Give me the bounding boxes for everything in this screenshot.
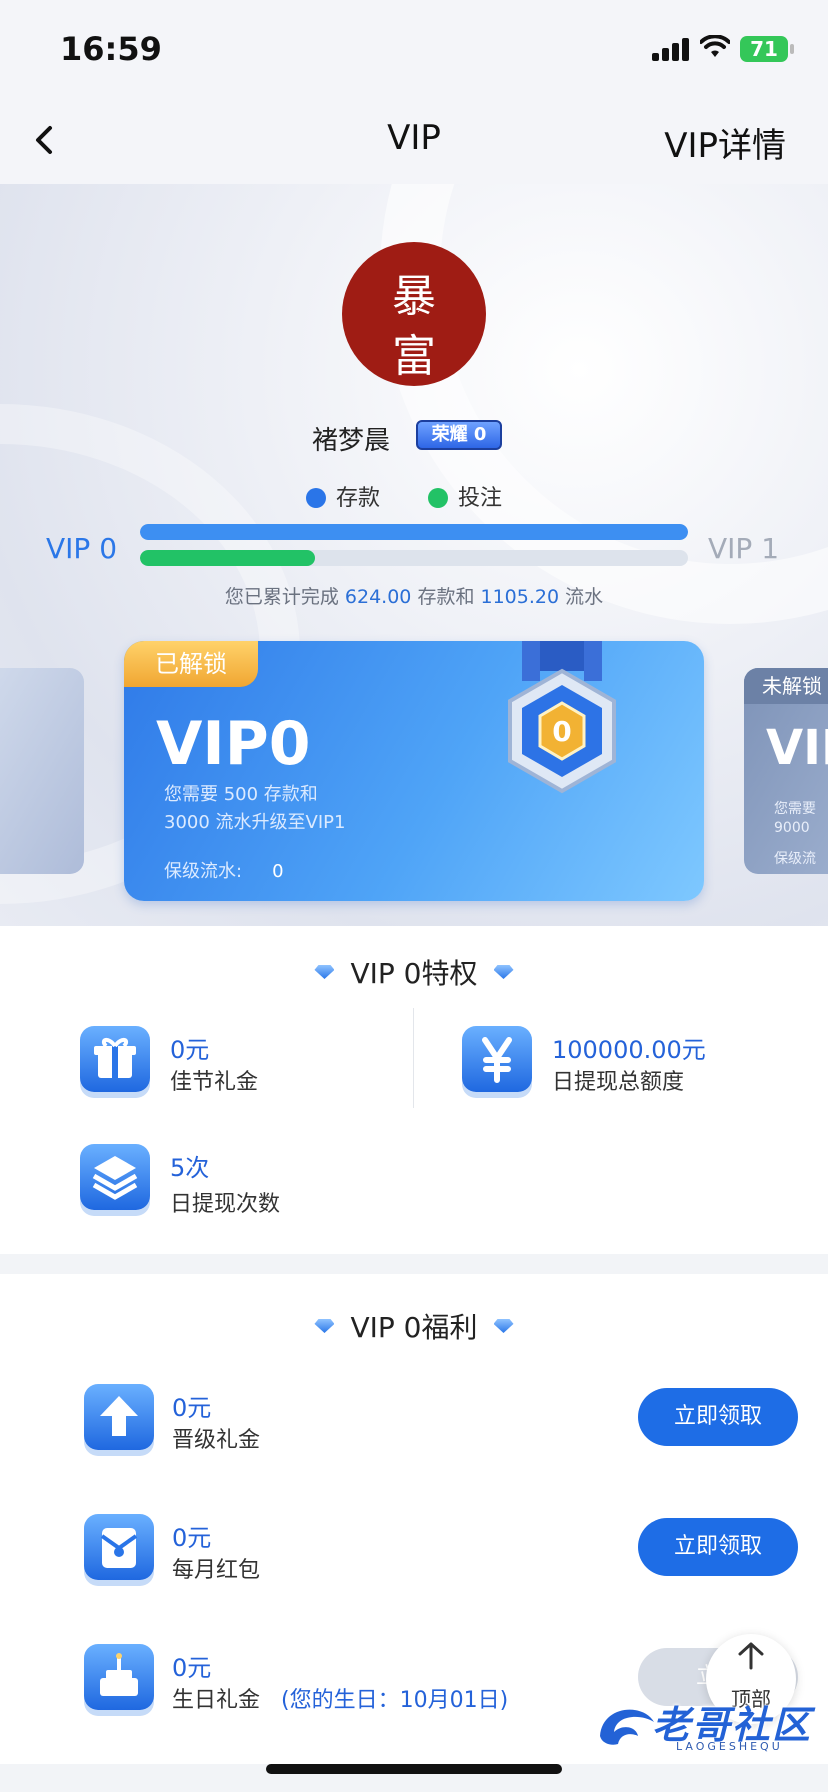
requirement-line-2: 3000 流水升级至VIP1 bbox=[164, 812, 346, 833]
layers-icon bbox=[80, 1144, 150, 1210]
summary-deposit: 624.00 bbox=[344, 586, 412, 608]
card-requirement: 您需要 500 存款和 3000 流水升级至VIP1 bbox=[164, 781, 345, 837]
status-bar: 16:59 71 bbox=[0, 0, 828, 100]
bet-progress-bar bbox=[140, 550, 688, 566]
deposit-progress-fill bbox=[140, 524, 688, 540]
next-card-line-3: 保级流 bbox=[774, 851, 816, 867]
legend-bet: 投注 bbox=[428, 480, 502, 512]
status-time: 16:59 bbox=[60, 30, 162, 68]
avatar-char-2: 富 bbox=[392, 331, 436, 382]
locked-ribbon: 未解锁 bbox=[744, 668, 828, 704]
watermark-subtext: LAOGESHEQU bbox=[676, 1740, 783, 1753]
progress-summary: 您已累计完成 624.00 存款和 1105.20 流水 bbox=[0, 582, 828, 609]
home-indicator[interactable] bbox=[266, 1764, 562, 1774]
upgrade-icon bbox=[84, 1384, 154, 1450]
festival-gift-value: 0元 bbox=[170, 1036, 210, 1064]
watermark-logo: 老哥社区 LAOGESHEQU bbox=[592, 1690, 824, 1762]
vip-card-next[interactable]: 未解锁 VIP 您需要 9000 保级流 bbox=[744, 668, 828, 874]
honor-badge: 荣耀 0 bbox=[416, 420, 502, 450]
monthly-envelope-label: 每月红包 bbox=[172, 1558, 261, 1583]
avatar-decoration: · · · · · bbox=[403, 308, 425, 316]
summary-mid: 存款和 bbox=[417, 586, 475, 608]
wifi-icon bbox=[699, 32, 731, 67]
divider bbox=[413, 1008, 414, 1108]
summary-prefix: 您已累计完成 bbox=[224, 586, 339, 608]
medal-number: 0 bbox=[552, 715, 571, 748]
current-level-label: VIP 0 bbox=[46, 532, 118, 565]
upgrade-bonus-label: 晋级礼金 bbox=[172, 1428, 261, 1453]
birthday-date-note: (您的生日：10月01日) bbox=[281, 1688, 509, 1713]
avatar[interactable]: 暴 · · · · · 富 bbox=[342, 242, 486, 386]
privileges-title: VIP 0特权 bbox=[0, 952, 828, 992]
diamond-icon bbox=[493, 965, 514, 979]
summary-suffix: 流水 bbox=[565, 586, 604, 608]
festival-gift-label: 佳节礼金 bbox=[170, 1070, 259, 1095]
legend-deposit: 存款 bbox=[306, 480, 380, 512]
daily-withdraw-limit-value: 100000.00元 bbox=[552, 1036, 706, 1064]
claim-monthly-envelope-button[interactable]: 立即领取 bbox=[638, 1518, 798, 1576]
vip-medal-icon: 0 bbox=[492, 641, 632, 811]
deposit-dot-icon bbox=[306, 488, 326, 508]
birthday-cake-icon bbox=[84, 1644, 154, 1710]
requirement-line-1: 您需要 500 存款和 bbox=[164, 784, 318, 805]
next-card-level: VIP bbox=[766, 720, 828, 776]
vip-detail-link[interactable]: VIP详情 bbox=[664, 118, 786, 167]
birthday-bonus-label-text: 生日礼金 bbox=[172, 1688, 261, 1713]
red-envelope-icon bbox=[84, 1514, 154, 1580]
summary-turnover: 1105.20 bbox=[480, 586, 560, 608]
daily-withdraw-count-label: 日提现次数 bbox=[170, 1192, 281, 1217]
daily-withdraw-count-value: 5次 bbox=[170, 1154, 210, 1182]
keep-turnover-value: 0 bbox=[272, 861, 284, 882]
deposit-progress-bar bbox=[140, 524, 688, 540]
keep-turnover: 保级流水: 0 bbox=[164, 857, 284, 883]
vip-hero: 暴 · · · · · 富 褚梦晨 荣耀 0 存款 投注 VIP 0 VIP 1… bbox=[0, 184, 828, 926]
benefits-title: VIP 0福利 bbox=[0, 1306, 828, 1346]
battery-tip bbox=[790, 44, 794, 54]
arrow-up-icon bbox=[706, 1640, 796, 1683]
daily-withdraw-limit-label: 日提现总额度 bbox=[552, 1070, 685, 1095]
benefits-title-text: VIP 0福利 bbox=[350, 1311, 478, 1344]
keep-turnover-label: 保级流水: bbox=[164, 861, 243, 882]
privileges-title-text: VIP 0特权 bbox=[350, 957, 478, 990]
claim-upgrade-bonus-button[interactable]: 立即领取 bbox=[638, 1388, 798, 1446]
next-card-line-1: 您需要 bbox=[774, 801, 816, 817]
diamond-icon bbox=[493, 1319, 514, 1333]
diamond-icon bbox=[314, 965, 335, 979]
next-card-line-2: 9000 bbox=[774, 820, 810, 836]
upgrade-bonus-value: 0元 bbox=[172, 1394, 212, 1422]
diamond-icon bbox=[314, 1319, 335, 1333]
next-level-label: VIP 1 bbox=[708, 532, 780, 565]
card-level: VIP0 bbox=[156, 709, 311, 779]
user-name: 褚梦晨 bbox=[312, 426, 391, 456]
birthday-bonus-label: 生日礼金 (您的生日：10月01日) bbox=[172, 1682, 508, 1714]
bet-progress-fill bbox=[140, 550, 316, 566]
signal-icon bbox=[652, 38, 692, 61]
privileges-section: VIP 0特权 0元 佳节礼金 100000.00元 日提现总额度 5次 日提现… bbox=[0, 926, 828, 1254]
battery-icon: 71 bbox=[740, 36, 788, 62]
vip-card-current[interactable]: 已解锁 VIP0 您需要 500 存款和 3000 流水升级至VIP1 保级流水… bbox=[124, 641, 704, 901]
birthday-bonus-value: 0元 bbox=[172, 1654, 212, 1682]
legend-deposit-label: 存款 bbox=[336, 486, 381, 511]
vip-card-previous[interactable] bbox=[0, 668, 84, 874]
nav-bar: VIP VIP详情 bbox=[0, 100, 828, 184]
monthly-envelope-value: 0元 bbox=[172, 1524, 212, 1552]
yen-icon bbox=[462, 1026, 532, 1092]
bet-dot-icon bbox=[428, 488, 448, 508]
legend-bet-label: 投注 bbox=[458, 486, 503, 511]
unlocked-ribbon: 已解锁 bbox=[124, 641, 258, 687]
gift-icon bbox=[80, 1026, 150, 1092]
